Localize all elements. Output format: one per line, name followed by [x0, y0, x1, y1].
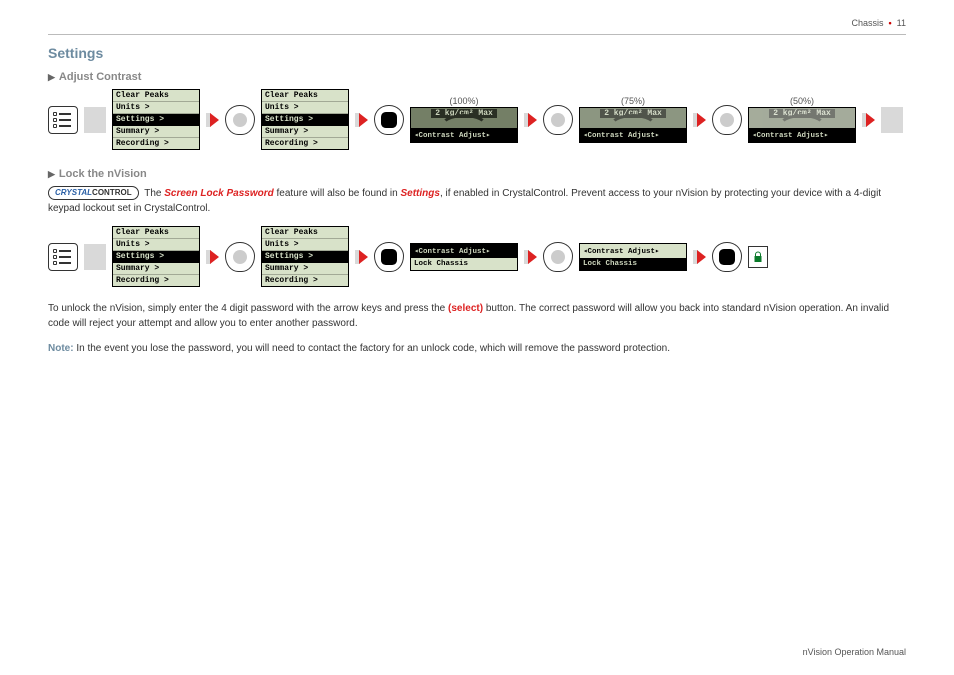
round-button-press [374, 105, 404, 135]
round-button-press [374, 242, 404, 272]
page-number: 11 [897, 18, 906, 28]
pct-label-100: (100%) [449, 96, 478, 106]
header-bullet: • [886, 18, 894, 28]
lcd-menu-4: Clear Peaks Units > Settings > Summary >… [261, 226, 349, 287]
arrow-icon [693, 250, 706, 264]
arrow-icon [206, 250, 219, 264]
pct-label-50: (50%) [790, 96, 814, 106]
note-label: Note: [48, 343, 74, 354]
screen-lock-password-term: Screen Lock Password [164, 188, 274, 199]
lock-intro-paragraph: CRYSTALCONTROL The Screen Lock Password … [48, 186, 906, 216]
crystalcontrol-badge: CRYSTALCONTROL [48, 186, 139, 200]
lock-sequence-row: Clear Peaks Units > Settings > Summary >… [48, 226, 906, 287]
lcd-display-75: 2 kg/cm² Max ◂Contrast Adjust▸ [579, 107, 687, 143]
round-button-dim [712, 105, 742, 135]
note-paragraph: Note: In the event you lose the password… [48, 341, 906, 356]
arrow-icon [524, 113, 537, 127]
arrow-icon [355, 250, 368, 264]
grey-block [84, 244, 106, 270]
lcd-lock-menu-2: ◂Contrast Adjust▸ Lock Chassis [579, 243, 687, 271]
arrow-icon [524, 250, 537, 264]
round-button-dim [225, 242, 255, 272]
header-rule [48, 34, 906, 35]
footer-text: nVision Operation Manual [803, 647, 906, 657]
contrast-sequence-row: Clear Peaks Units > Settings > Summary >… [48, 89, 906, 150]
round-button-dim [543, 242, 573, 272]
subheading-lock: ▶Lock the nVision [48, 168, 906, 180]
grey-block [84, 107, 106, 133]
subheading-adjust-contrast: ▶Adjust Contrast [48, 71, 906, 83]
lcd-lock-menu-1: ◂Contrast Adjust▸ Lock Chassis [410, 243, 518, 271]
pct-label-75: (75%) [621, 96, 645, 106]
list-button-icon [48, 106, 78, 134]
lcd-display-100: 2 kg/cm² Max ◂Contrast Adjust▸ [410, 107, 518, 143]
round-button-dim [543, 105, 573, 135]
list-button-icon [48, 243, 78, 271]
arrow-icon [693, 113, 706, 127]
lcd-menu-1: Clear Peaks Units > Settings > Summary >… [112, 89, 200, 150]
triangle-icon: ▶ [48, 169, 55, 179]
arrow-icon [862, 113, 875, 127]
triangle-icon: ▶ [48, 72, 55, 82]
section-name: Chassis [851, 18, 883, 28]
lock-icon [748, 246, 768, 268]
page-header: Chassis • 11 [48, 18, 906, 28]
select-button-term: (select) [448, 303, 483, 314]
lcd-menu-3: Clear Peaks Units > Settings > Summary >… [112, 226, 200, 287]
page-title: Settings [48, 45, 906, 61]
round-button-dim [225, 105, 255, 135]
unlock-paragraph: To unlock the nVision, simply enter the … [48, 301, 906, 331]
grey-block [881, 107, 903, 133]
settings-term: Settings [400, 188, 439, 199]
lcd-display-50: 2 kg/cm² Max ◂Contrast Adjust▸ [748, 107, 856, 143]
arrow-icon [206, 113, 219, 127]
round-button-press [712, 242, 742, 272]
lcd-menu-2: Clear Peaks Units > Settings > Summary >… [261, 89, 349, 150]
arrow-icon [355, 113, 368, 127]
